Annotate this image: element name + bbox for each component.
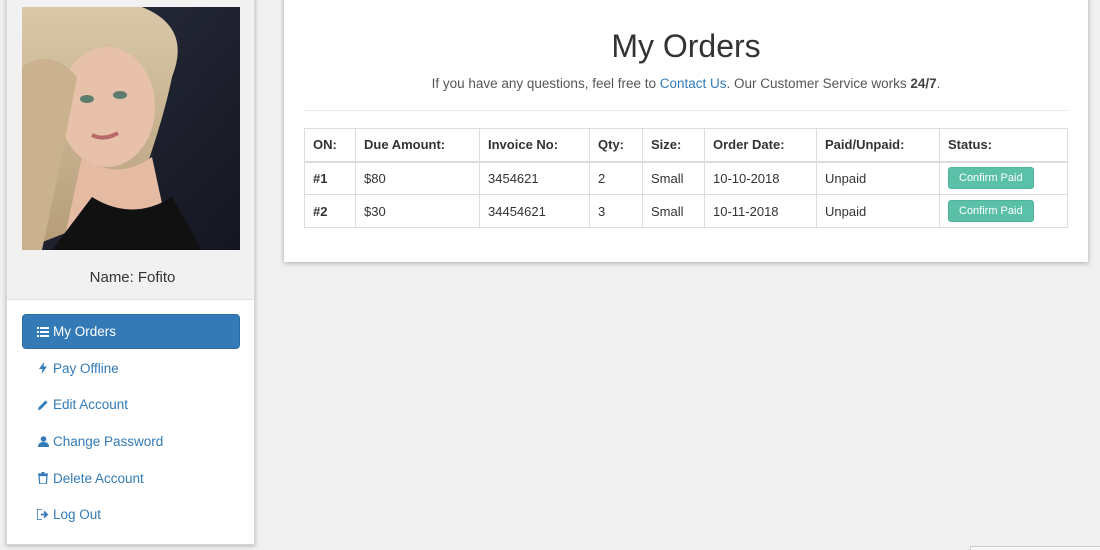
order-number: #1	[304, 161, 356, 195]
pencil-icon	[36, 399, 50, 411]
order-date: 10-10-2018	[704, 161, 817, 195]
sidebar-item-my-orders[interactable]: My Orders	[22, 314, 240, 349]
sign-out-icon	[36, 509, 50, 521]
column-header-size: Size:	[642, 128, 705, 163]
confirm-paid-button[interactable]: Confirm Paid	[948, 167, 1034, 190]
sidebar: Name: Fofito My Orders Pay Offline Edit A…	[6, 0, 255, 545]
size: Small	[642, 194, 705, 228]
orders-panel: My Orders If you have any questions, fee…	[284, 0, 1088, 262]
quantity: 3	[589, 194, 643, 228]
sidebar-item-change-password[interactable]: Change Password	[22, 424, 240, 459]
page-title: My Orders	[611, 28, 761, 64]
table-row: #2 $30 34454621 3 Small 10-11-2018 Unpai…	[304, 194, 1068, 228]
list-icon	[36, 326, 50, 337]
contact-us-link[interactable]: Contact Us	[660, 76, 727, 91]
column-header-invoice: Invoice No:	[479, 128, 590, 163]
due-amount: $80	[355, 161, 480, 195]
subtitle-end: .	[936, 76, 941, 91]
column-header-on: ON:	[304, 128, 356, 163]
quantity: 2	[589, 161, 643, 195]
column-header-order-date: Order Date:	[704, 128, 817, 163]
page-subtitle: If you have any questions, feel free to …	[284, 76, 1088, 91]
avatar	[22, 7, 240, 250]
column-header-due-amount: Due Amount:	[355, 128, 480, 163]
invoice-number: 34454621	[479, 194, 590, 228]
profile-name-value: Fofito	[137, 269, 176, 286]
sidebar-nav: My Orders Pay Offline Edit Account Chang…	[22, 314, 240, 534]
trash-icon	[36, 472, 50, 485]
profile-name: Name: Fofito	[7, 269, 254, 286]
paid-status: Unpaid	[816, 194, 940, 228]
sidebar-item-edit-account[interactable]: Edit Account	[22, 387, 240, 422]
column-header-status: Status:	[939, 128, 1068, 163]
table-header-row: ON: Due Amount: Invoice No: Qty: Size: O…	[304, 128, 1068, 163]
profile-name-label: Name:	[89, 269, 134, 286]
confirm-paid-button[interactable]: Confirm Paid	[948, 200, 1034, 222]
sidebar-item-delete-account[interactable]: Delete Account	[22, 461, 240, 496]
subtitle-prefix: If you have any questions, feel free to	[431, 76, 656, 91]
due-amount: $30	[355, 194, 480, 228]
sidebar-item-label: Edit Account	[53, 397, 129, 413]
divider	[304, 110, 1068, 111]
sidebar-item-pay-offline[interactable]: Pay Offline	[22, 351, 240, 386]
sidebar-item-label: Delete Account	[53, 470, 144, 486]
order-date: 10-11-2018	[704, 194, 817, 228]
user-icon	[36, 436, 50, 448]
order-number: #2	[304, 194, 356, 228]
sidebar-item-log-out[interactable]: Log Out	[22, 497, 240, 532]
sidebar-item-label: Change Password	[53, 434, 164, 450]
bolt-icon	[36, 362, 50, 375]
column-header-qty: Qty:	[589, 128, 643, 163]
table-row: #1 $80 3454621 2 Small 10-10-2018 Unpaid…	[304, 161, 1068, 195]
sidebar-item-label: Log Out	[53, 507, 102, 523]
horizontal-scrollbar[interactable]	[970, 546, 1100, 550]
status-cell: Confirm Paid	[939, 194, 1068, 228]
status-cell: Confirm Paid	[939, 161, 1068, 195]
profile-card: Name: Fofito	[7, 0, 254, 300]
paid-status: Unpaid	[816, 161, 940, 195]
sidebar-item-label: My Orders	[53, 324, 117, 339]
subtitle-hours: 24/7	[910, 76, 937, 91]
sidebar-item-label: Pay Offline	[53, 360, 119, 376]
avatar-photo	[22, 7, 240, 250]
orders-table: ON: Due Amount: Invoice No: Qty: Size: O…	[304, 128, 1068, 228]
column-header-paid-unpaid: Paid/Unpaid:	[816, 128, 940, 163]
subtitle-mid: . Our Customer Service works	[726, 76, 907, 91]
size: Small	[642, 161, 705, 195]
invoice-number: 3454621	[479, 161, 590, 195]
